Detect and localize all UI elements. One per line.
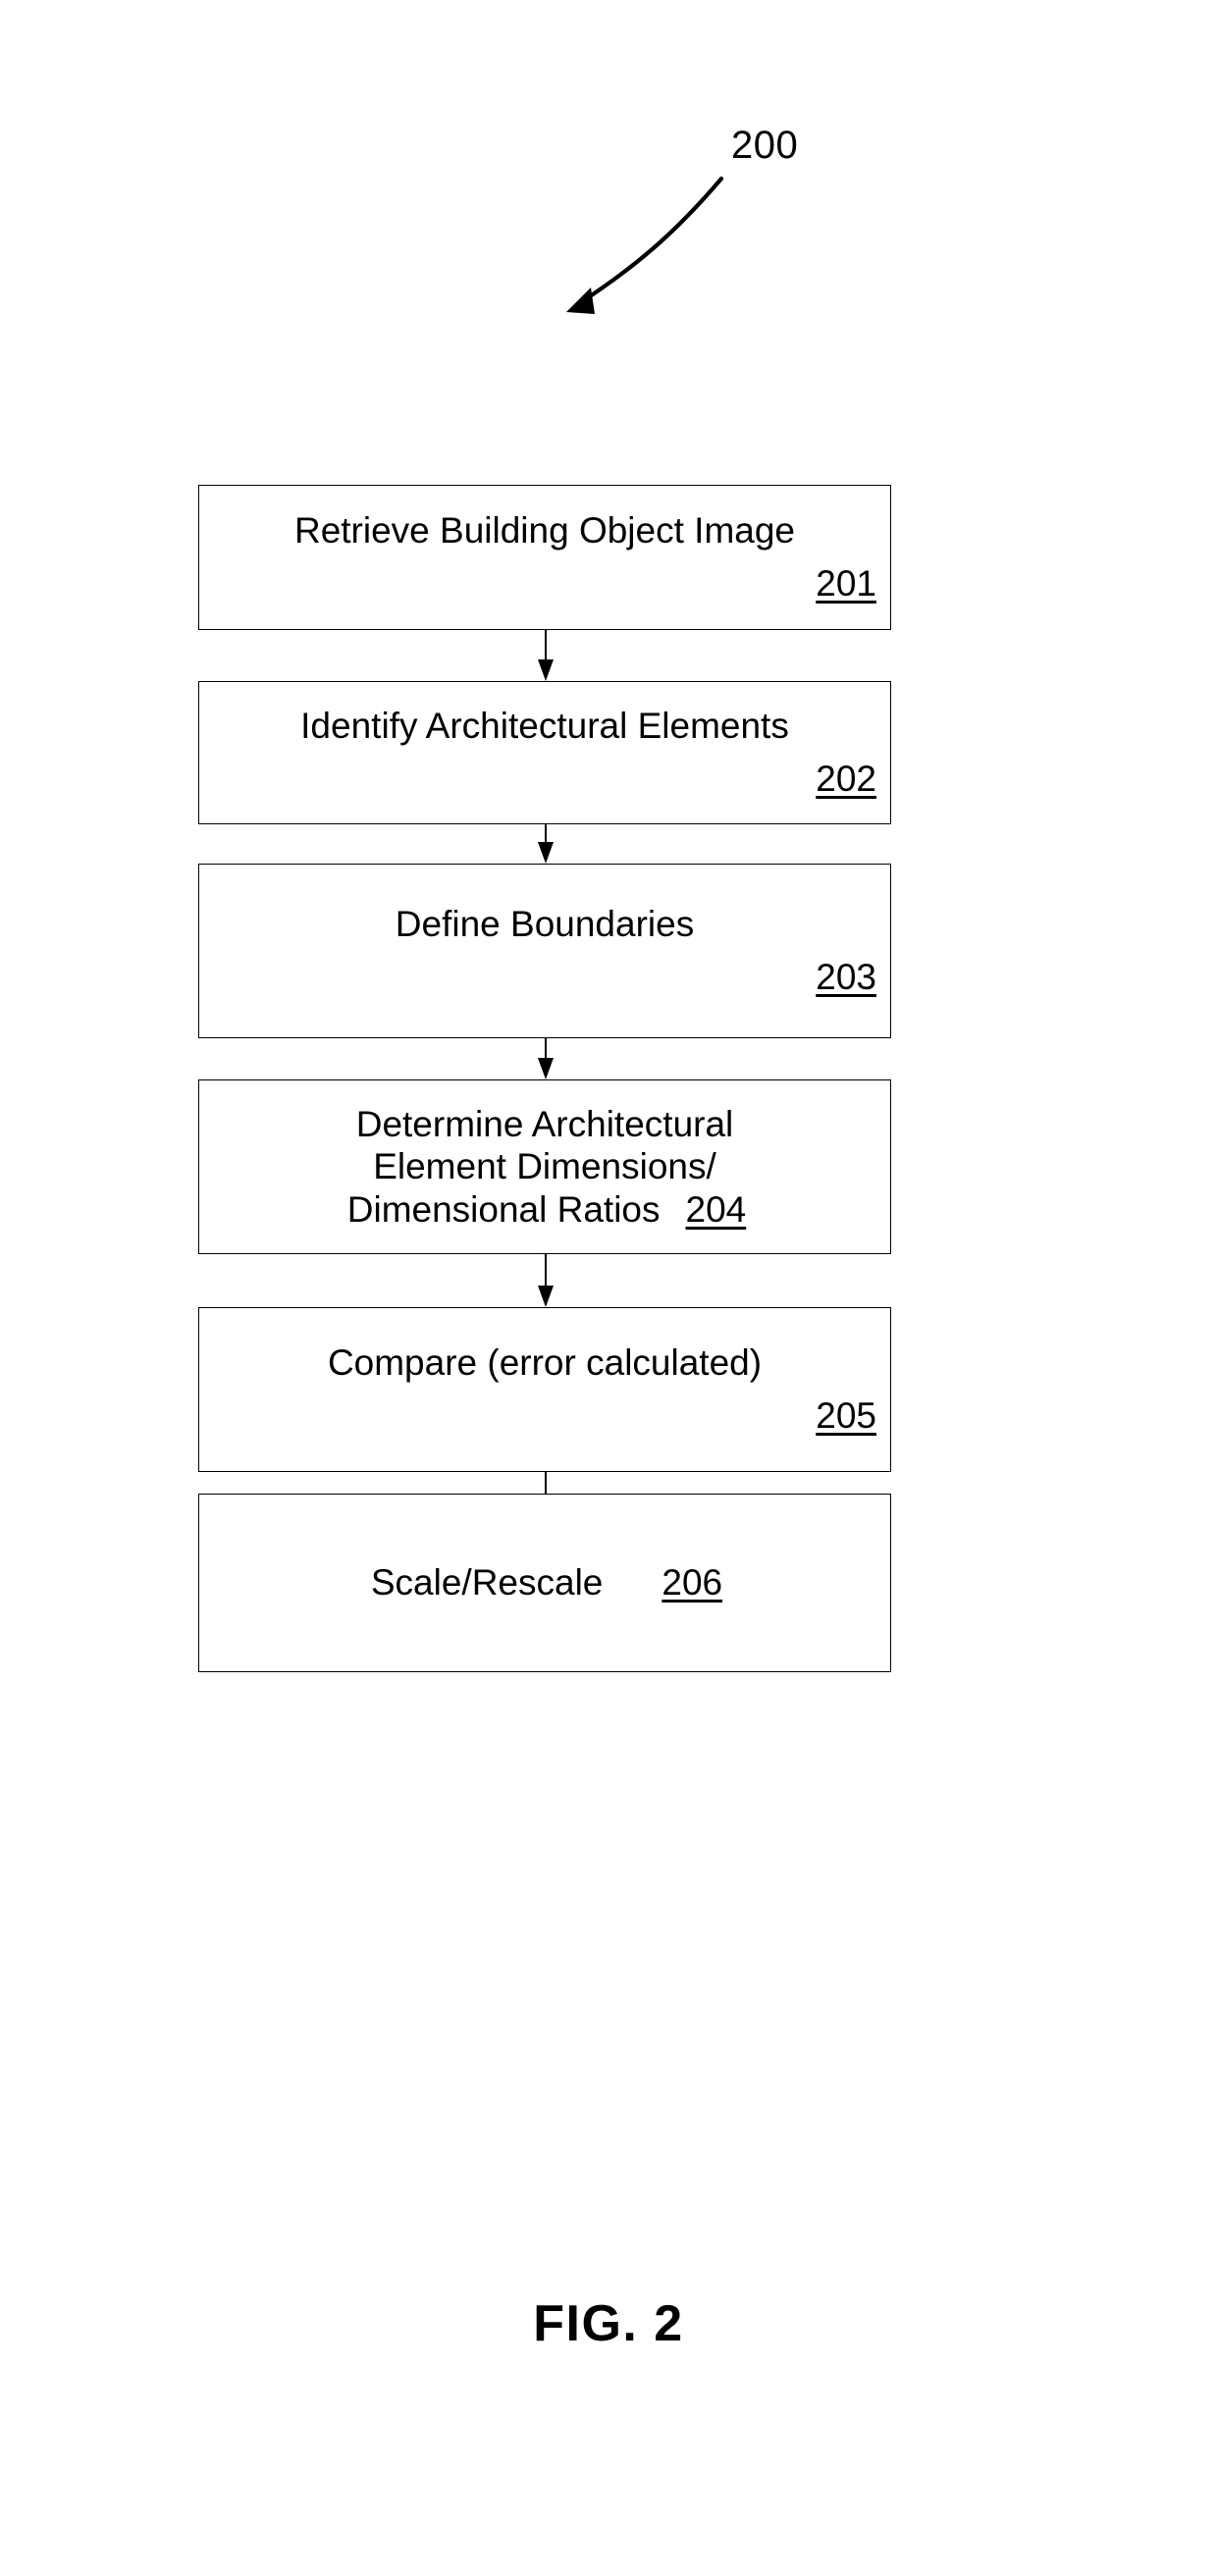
flow-step-box-204[interactable]: Determine Architectural Element Dimensio… — [198, 1079, 891, 1254]
flow-step-numeral-203: 203 — [816, 957, 876, 997]
flow-step-numeral-row-203: 203 — [199, 956, 890, 999]
flow-step-inline-row-206: Scale/Rescale 206 — [199, 1561, 890, 1604]
flow-step-box-203[interactable]: Define Boundaries 203 — [198, 864, 891, 1038]
flow-step-numeral-205: 205 — [816, 1395, 876, 1436]
patent-figure-canvas: 200 Retrieve Building Object Image 201 I… — [0, 0, 1217, 2576]
flow-step-numeral-201: 201 — [816, 563, 876, 604]
flow-step-numeral-row-205: 205 — [199, 1394, 890, 1438]
connector-arrow-203-to-204 — [538, 1038, 554, 1079]
flow-step-label-204-line3: Dimensional Ratios — [346, 1188, 661, 1230]
connector-arrow-202-to-203 — [538, 824, 554, 864]
flow-step-box-202[interactable]: Identify Architectural Elements 202 — [198, 681, 891, 824]
connector-arrow-204-to-205 — [538, 1254, 554, 1307]
connector-arrow-201-to-202 — [538, 630, 554, 681]
lead-line-arrow-icon — [566, 176, 724, 314]
flow-step-inline-row-204: Dimensional Ratios 204 — [199, 1188, 890, 1232]
flow-step-numeral-row-201: 201 — [199, 562, 890, 605]
flow-step-label-206: Scale/Rescale — [370, 1562, 604, 1603]
flow-step-numeral-206: 206 — [661, 1562, 723, 1603]
flow-step-label-202: Identify Architectural Elements — [300, 706, 789, 747]
figure-caption: FIG. 2 — [533, 2295, 684, 2352]
flow-step-numeral-204: 204 — [685, 1188, 747, 1230]
flow-step-box-201[interactable]: Retrieve Building Object Image 201 — [198, 485, 891, 630]
flow-step-label-204-line2: Element Dimensions/ — [373, 1146, 716, 1187]
flow-step-label-204-line1: Determine Architectural — [355, 1103, 734, 1144]
flow-step-label-205: Compare (error calculated) — [327, 1342, 763, 1384]
flow-step-numeral-202: 202 — [816, 759, 876, 799]
flow-step-box-206[interactable]: Scale/Rescale 206 — [198, 1494, 891, 1672]
flow-step-numeral-row-202: 202 — [199, 758, 890, 801]
flow-step-box-205[interactable]: Compare (error calculated) 205 — [198, 1307, 891, 1472]
flow-step-label-201: Retrieve Building Object Image — [293, 510, 796, 552]
flow-step-label-203: Define Boundaries — [395, 904, 695, 945]
